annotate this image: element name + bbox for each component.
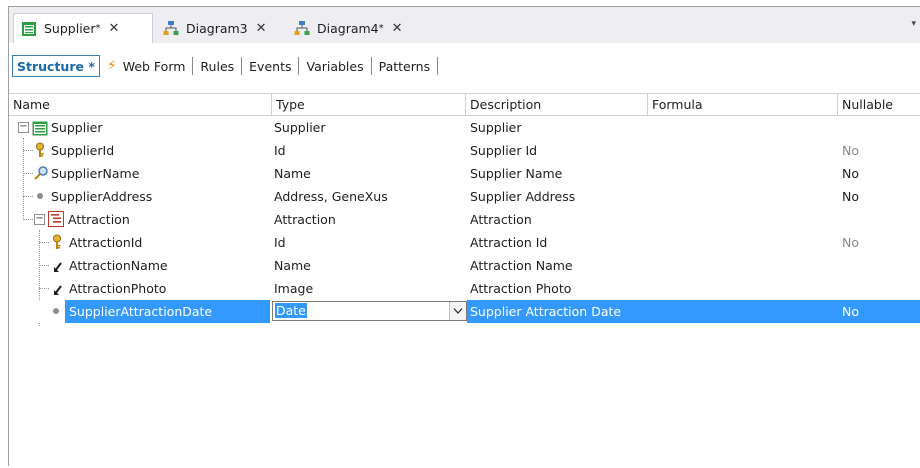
editor-window: Supplier * ✕ Diagram3 ✕ Diagram4 * ✕ ▾ Str… <box>8 6 920 466</box>
attribute-type: Address, GeneXus <box>274 189 388 204</box>
document-tab-strip: Supplier * ✕ Diagram3 ✕ Diagram4 * ✕ ▾ <box>9 7 920 43</box>
attribute-description: Attraction <box>470 212 532 227</box>
tab-label: Supplier <box>44 21 96 36</box>
column-header-type[interactable]: Type <box>272 94 466 115</box>
tab-modified-mark: * <box>95 23 101 34</box>
collapse-icon[interactable]: − <box>34 214 45 225</box>
attribute-name: Attraction <box>68 212 130 227</box>
tab-label: Diagram3 <box>186 20 248 36</box>
tab-supplier[interactable]: Supplier * ✕ <box>13 13 153 43</box>
attribute-description: Supplier Address <box>470 189 576 204</box>
separator <box>192 57 194 75</box>
tab-modified-mark: * <box>378 22 384 34</box>
tab-diagram3[interactable]: Diagram3 ✕ <box>156 13 284 43</box>
attribute-name: SupplierName <box>51 166 140 181</box>
tab-web-form[interactable]: Web Form <box>123 55 190 77</box>
tab-structure[interactable]: Structure * <box>12 55 100 77</box>
tab-diagram4[interactable]: Diagram4 * ✕ <box>287 13 417 43</box>
separator <box>370 57 372 75</box>
attribute-type: Id <box>274 235 286 250</box>
attribute-nullable: No <box>842 304 859 319</box>
separator <box>437 57 439 75</box>
attribute-name: SupplierAddress <box>51 189 153 204</box>
dot-icon <box>53 308 59 314</box>
attribute-type: Supplier <box>274 120 326 135</box>
chevron-down-icon[interactable] <box>449 302 466 320</box>
attribute-nullable: No <box>842 143 859 158</box>
lightning-icon: ⚡ <box>106 58 117 74</box>
table-row[interactable]: AttractionName Name Attraction Name <box>9 254 920 277</box>
tab-label: Diagram4 <box>317 20 379 36</box>
table-row[interactable]: SupplierId Id Supplier Id No <box>9 139 920 162</box>
collapse-icon[interactable]: − <box>18 122 29 133</box>
close-icon[interactable]: ✕ <box>109 21 120 36</box>
column-header-formula[interactable]: Formula <box>648 94 838 115</box>
column-header-name[interactable]: Name <box>9 94 272 115</box>
attribute-description: Attraction Name <box>470 258 573 273</box>
attribute-name: SupplierId <box>51 143 115 158</box>
attribute-name: Supplier <box>51 120 103 135</box>
attribute-type: Image <box>274 281 314 296</box>
type-combobox[interactable]: Date <box>272 301 467 321</box>
attribute-description: Supplier Id <box>470 143 538 158</box>
transaction-icon <box>32 120 48 136</box>
attribute-nullable: No <box>842 235 859 250</box>
diagram-icon <box>293 19 311 37</box>
attribute-name: AttractionPhoto <box>69 281 167 296</box>
attribute-type: Id <box>274 143 286 158</box>
structure-grid: Name Type Description Formula Nullable −… <box>9 93 920 468</box>
type-combobox-value[interactable]: Date <box>275 303 307 318</box>
grid-header: Name Type Description Formula Nullable <box>9 94 920 116</box>
attribute-type: Name <box>274 166 311 181</box>
table-row[interactable]: − Supplier Supplier Supplier <box>9 116 920 139</box>
table-row[interactable]: SupplierAddress Address, GeneXus Supplie… <box>9 185 920 208</box>
separator <box>241 57 243 75</box>
attribute-description: Supplier <box>470 120 522 135</box>
attribute-type: Attraction <box>274 212 336 227</box>
separator <box>298 57 300 75</box>
attribute-name: AttractionId <box>69 235 143 250</box>
tab-variables[interactable]: Variables <box>302 55 367 77</box>
attribute-description: Supplier Attraction Date <box>470 304 622 319</box>
table-row[interactable]: SupplierName Name Supplier Name No <box>9 162 920 185</box>
close-icon[interactable]: ✕ <box>256 21 267 36</box>
column-header-description[interactable]: Description <box>466 94 648 115</box>
close-icon[interactable]: ✕ <box>392 21 403 36</box>
attribute-nullable: No <box>842 166 859 181</box>
table-row[interactable]: AttractionId Id Attraction Id No <box>9 231 920 254</box>
object-parts-bar: Structure * ⚡ Web Form Rules Events Vari… <box>9 54 441 78</box>
transaction-icon <box>20 20 38 38</box>
attribute-type: Name <box>274 258 311 273</box>
attribute-description: Attraction Id <box>470 235 548 250</box>
diagram-icon <box>162 19 180 37</box>
table-row[interactable]: − Attraction Attraction Attraction <box>9 208 920 231</box>
tab-patterns[interactable]: Patterns <box>375 55 434 77</box>
attribute-name[interactable]: SupplierAttractionDate <box>65 300 270 323</box>
attribute-nullable: No <box>842 189 859 204</box>
tab-events[interactable]: Events <box>245 55 295 77</box>
attribute-description: Supplier Name <box>470 166 563 181</box>
tab-rules[interactable]: Rules <box>196 55 238 77</box>
tab-overflow-dropdown[interactable]: ▾ <box>911 19 916 29</box>
attribute-description: Attraction Photo <box>470 281 572 296</box>
dot-icon <box>37 193 43 199</box>
column-header-nullable[interactable]: Nullable <box>838 94 920 115</box>
table-row-selected[interactable]: SupplierAttractionDate Date Supplier Att… <box>9 300 920 323</box>
attribute-name: AttractionName <box>69 258 168 273</box>
table-row[interactable]: AttractionPhoto Image Attraction Photo <box>9 277 920 300</box>
